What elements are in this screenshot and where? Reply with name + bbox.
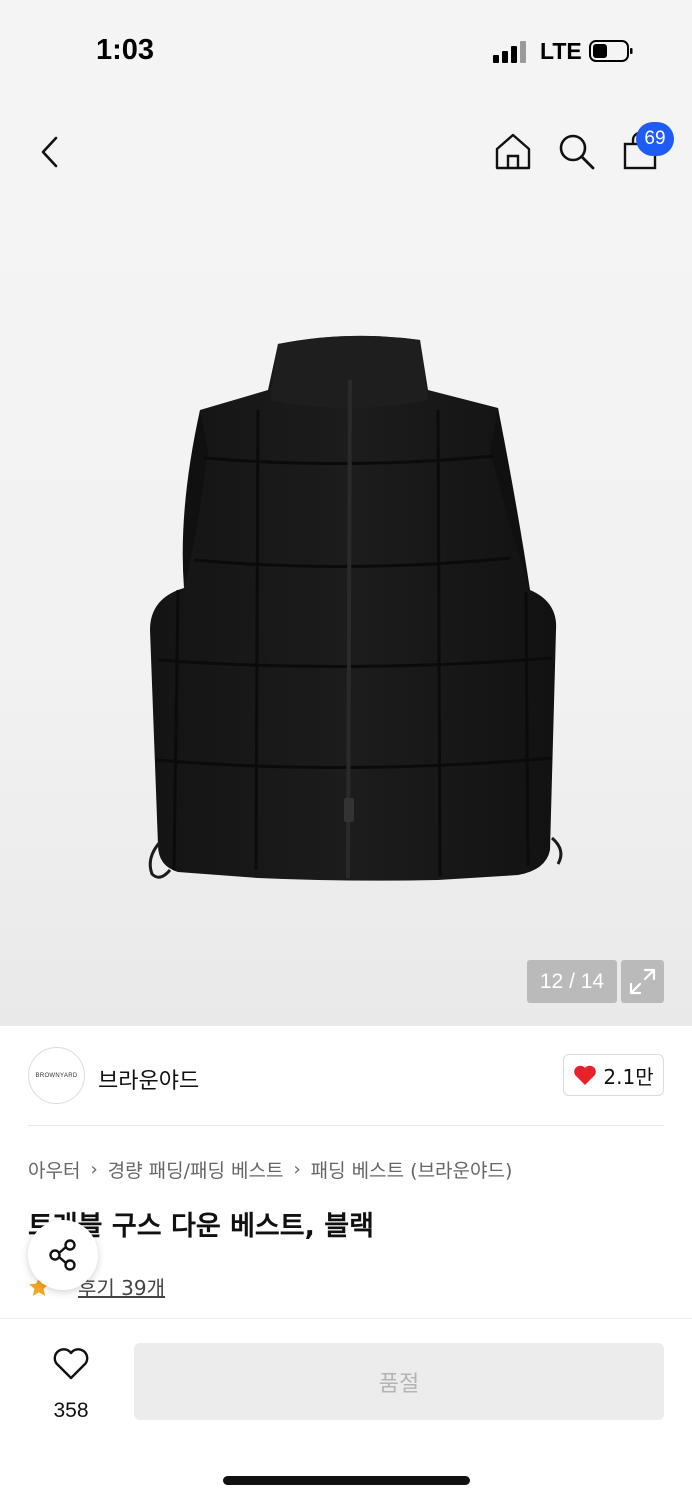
wishlist-count: 358 [53,1399,89,1422]
brand-logo-text: BROWNYARD [35,1072,78,1079]
brand-like-button[interactable]: 2.1만 [563,1054,664,1096]
sold-out-button[interactable]: 품절 [134,1343,664,1420]
chevron-right-icon: › [90,1159,98,1180]
network-type: LTE [540,38,582,64]
product-detail-screen: 1:03 LTE 69 12 / 14 BROWNYARD 브라운야드 2.1만… [0,0,692,1500]
brand-name[interactable]: 브라운야드 [98,1063,199,1095]
chevron-right-icon: › [293,1159,301,1180]
chevron-left-icon [41,136,58,168]
breadcrumb-item[interactable]: 패딩 베스트 (브라운야드) [311,1156,513,1183]
divider [28,1125,664,1126]
brand-logo[interactable]: BROWNYARD [28,1047,85,1104]
product-image-gallery[interactable]: 69 12 / 14 [0,100,692,1026]
heart-filled-icon [574,1065,597,1085]
home-indicator [223,1476,470,1485]
home-icon [495,133,531,170]
share-icon [49,1239,76,1271]
heart-outline-icon [53,1348,89,1380]
breadcrumb-item[interactable]: 아우터 [28,1156,80,1183]
status-bar: 1:03 LTE [0,0,692,100]
review-link[interactable]: 후기 39개 [78,1272,165,1301]
breadcrumb: 아우터 › 경량 패딩/패딩 베스트 › 패딩 베스트 (브라운야드) [28,1156,512,1183]
cart-count-badge: 69 [636,122,674,156]
image-counter: 12 / 14 [527,960,617,1003]
brand-like-count: 2.1만 [603,1064,654,1089]
wishlist-button[interactable]: 358 [36,1347,106,1427]
breadcrumb-item[interactable]: 경량 패딩/패딩 베스트 [108,1156,284,1183]
search-button[interactable] [553,128,599,174]
cellular-signal-icon [493,41,527,63]
status-time: 1:03 [96,34,155,66]
product-image [148,335,563,881]
home-button[interactable] [490,128,536,174]
share-button[interactable] [28,1220,98,1290]
battery-icon [589,40,633,62]
expand-image-button[interactable] [621,960,664,1003]
search-icon [559,134,595,170]
brand-row: BROWNYARD 브라운야드 2.1만 [0,1026,692,1126]
back-button[interactable] [28,130,72,174]
bottom-action-bar: 358 품절 [0,1318,692,1500]
expand-icon [629,968,656,995]
